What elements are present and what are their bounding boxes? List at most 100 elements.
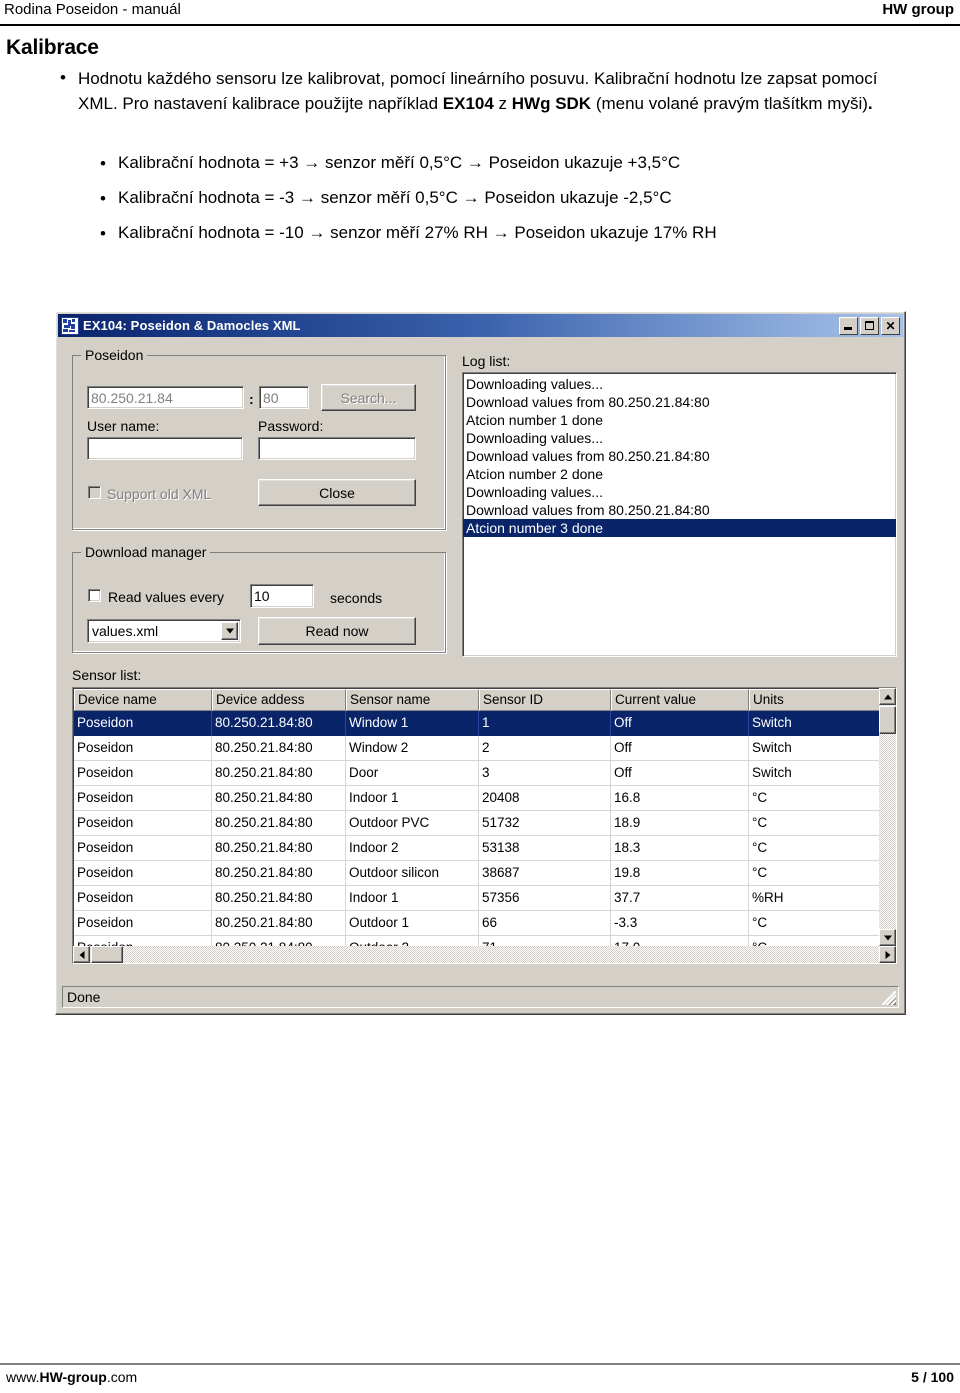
chevron-down-icon[interactable]	[221, 622, 238, 640]
calibration-example-2: Kalibrační hodnota = -3 → senzor měří 0,…	[118, 188, 672, 207]
column-header-current-value[interactable]: Current value	[611, 689, 749, 711]
cell-device-name: Poseidon	[74, 861, 212, 886]
intro-text-bold-ex104: EX104	[442, 94, 494, 113]
cell-sensor-id: 20408	[479, 786, 611, 811]
column-header-device-name[interactable]: Device name	[74, 689, 212, 711]
list-item[interactable]: Download values from 80.250.21.84:80	[463, 447, 896, 465]
table-row[interactable]: Poseidon 80.250.21.84:80 Indoor 1 57356 …	[74, 886, 889, 911]
vertical-scroll-thumb[interactable]	[879, 706, 896, 734]
list-item: • Kalibrační hodnota = -10 → senzor měří…	[100, 222, 930, 246]
scroll-down-button[interactable]	[879, 929, 896, 946]
list-item[interactable]: Download values from 80.250.21.84:80	[463, 501, 896, 519]
log-list[interactable]: Downloading values... Download values fr…	[462, 372, 897, 657]
table-row[interactable]: Poseidon 80.250.21.84:80 Indoor 1 20408 …	[74, 786, 889, 811]
scroll-left-button[interactable]	[73, 946, 90, 963]
document-header-title: Rodina Poseidon - manuál	[4, 1, 181, 18]
cell-device-address: 80.250.21.84:80	[212, 736, 346, 761]
footer-url-brand: HW-group	[39, 1369, 107, 1385]
list-item[interactable]: Downloading values...	[463, 483, 896, 501]
password-input[interactable]	[258, 437, 416, 460]
download-manager-legend: Download manager	[81, 544, 211, 560]
cell-sensor-id: 3	[479, 761, 611, 786]
maximize-icon[interactable]	[860, 316, 879, 335]
search-button[interactable]: Search...	[321, 384, 416, 411]
bullet-point-icon: •	[60, 68, 66, 87]
cell-sensor-name: Door	[346, 761, 479, 786]
cell-current-value: -3.3	[611, 911, 749, 936]
cell-device-name: Poseidon	[74, 786, 212, 811]
minimize-icon[interactable]	[839, 316, 858, 335]
intro-text-mid: z	[493, 94, 512, 113]
close-icon[interactable]: ✕	[881, 316, 900, 335]
list-item[interactable]: Download values from 80.250.21.84:80	[463, 393, 896, 411]
seconds-label: seconds	[330, 590, 383, 606]
cell-device-address: 80.250.21.84:80	[212, 811, 346, 836]
list-item[interactable]: Atcion number 2 done	[463, 465, 896, 483]
interval-seconds-input[interactable]: 10	[250, 584, 314, 608]
list-item[interactable]: Downloading values...	[463, 375, 896, 393]
scroll-up-button[interactable]	[879, 688, 896, 705]
footer-url-prefix: www.	[6, 1369, 40, 1385]
cell-sensor-name: Indoor 1	[346, 786, 479, 811]
cell-current-value: Off	[611, 761, 749, 786]
intro-text-bold-hwgsdk: HWg SDK	[511, 94, 592, 113]
cell-device-address: 80.250.21.84:80	[212, 761, 346, 786]
status-bar: Done	[62, 986, 899, 1008]
ip-address-input[interactable]: 80.250.21.84	[87, 386, 244, 409]
port-input[interactable]: 80	[259, 386, 309, 409]
read-now-button[interactable]: Read now	[258, 617, 416, 645]
table-row[interactable]: Poseidon 80.250.21.84:80 Outdoor silicon…	[74, 861, 889, 886]
list-item-selected[interactable]: Atcion number 3 done	[463, 519, 896, 537]
list-item: • Kalibrační hodnota = -3 → senzor měří …	[100, 187, 930, 211]
cell-device-name: Poseidon	[74, 711, 212, 736]
list-item[interactable]: Atcion number 1 done	[463, 411, 896, 429]
cell-device-address: 80.250.21.84:80	[212, 861, 346, 886]
window-client-area: Poseidon 80.250.21.84 : 80 Search... Use…	[58, 339, 903, 1011]
column-header-units[interactable]: Units	[749, 689, 889, 711]
sensor-list-label: Sensor list:	[72, 667, 142, 683]
cell-current-value: 16.8	[611, 786, 749, 811]
list-item: • Hodnotu každého sensoru lze kalibrovat…	[60, 66, 910, 116]
intro-bullet-list: • Hodnotu každého sensoru lze kalibrovat…	[60, 66, 910, 116]
window-titlebar[interactable]: EX104: Poseidon & Damocles XML ✕	[58, 314, 903, 337]
table-row-selected[interactable]: Poseidon 80.250.21.84:80 Window 1 1 Off …	[74, 711, 889, 736]
column-header-sensor-name[interactable]: Sensor name	[346, 689, 479, 711]
footer-website: www.HW-group.com	[6, 1369, 137, 1385]
horizontal-scroll-thumb[interactable]	[91, 946, 123, 963]
intro-text-end: .	[867, 94, 873, 113]
cell-device-address: 80.250.21.84:80	[212, 786, 346, 811]
table-row[interactable]: Poseidon 80.250.21.84:80 Outdoor 1 66 -3…	[74, 911, 889, 936]
read-values-checkbox[interactable]	[88, 589, 101, 602]
cell-device-name: Poseidon	[74, 911, 212, 936]
table-row[interactable]: Poseidon 80.250.21.84:80 Outdoor PVC 517…	[74, 811, 889, 836]
cell-units: °C	[749, 811, 889, 836]
column-header-device-address[interactable]: Device addess	[212, 689, 346, 711]
bullet-point-icon: •	[100, 154, 106, 173]
calibration-example-1: Kalibrační hodnota = +3 → senzor měří 0,…	[118, 153, 681, 172]
sensor-table-vertical-scrollbar[interactable]	[879, 688, 896, 946]
sensor-table-horizontal-scrollbar[interactable]	[73, 946, 879, 963]
cell-sensor-name: Window 1	[346, 711, 479, 736]
page-title: Kalibrace	[6, 36, 99, 59]
table-row[interactable]: Poseidon 80.250.21.84:80 Indoor 2 53138 …	[74, 836, 889, 861]
cell-units: Switch	[749, 711, 889, 736]
close-button[interactable]: Close	[258, 479, 416, 506]
username-input[interactable]	[87, 437, 243, 460]
list-item[interactable]: Downloading values...	[463, 429, 896, 447]
output-file-combo[interactable]: values.xml	[87, 619, 241, 643]
table-row[interactable]: Poseidon 80.250.21.84:80 Window 2 2 Off …	[74, 736, 889, 761]
document-footer: www.HW-group.com 5 / 100	[0, 1363, 960, 1385]
column-header-sensor-id[interactable]: Sensor ID	[479, 689, 611, 711]
scroll-right-button[interactable]	[879, 946, 896, 963]
cell-current-value: Off	[611, 736, 749, 761]
cell-current-value: 37.7	[611, 886, 749, 911]
table-row[interactable]: Poseidon 80.250.21.84:80 Door 3 Off Swit…	[74, 761, 889, 786]
cell-sensor-name: Outdoor 1	[346, 911, 479, 936]
calibration-example-3: Kalibrační hodnota = -10 → senzor měří 2…	[118, 223, 717, 242]
cell-units: °C	[749, 786, 889, 811]
list-item: • Kalibrační hodnota = +3 → senzor měří …	[100, 152, 930, 176]
resize-grip-icon[interactable]	[882, 991, 896, 1005]
cell-device-name: Poseidon	[74, 811, 212, 836]
log-list-label: Log list:	[462, 353, 511, 369]
support-old-xml-checkbox[interactable]	[88, 486, 101, 499]
